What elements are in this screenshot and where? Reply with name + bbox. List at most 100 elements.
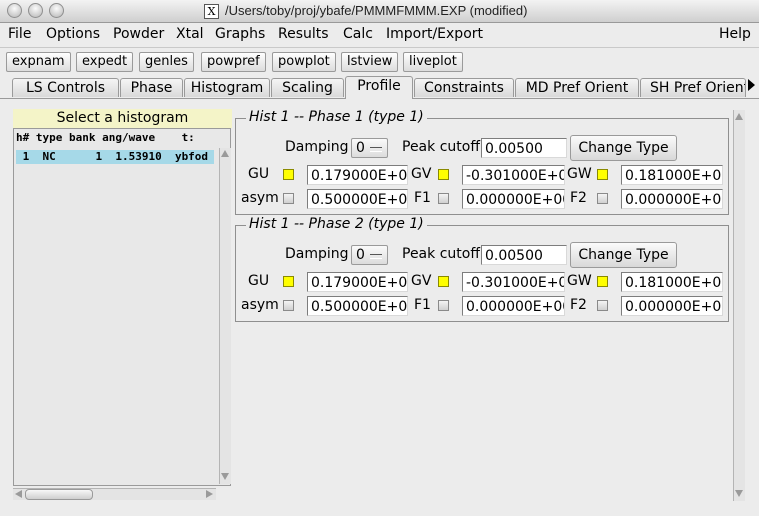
histogram-list: h# type bank ang/wave t: 1 NC 1 1.53910 …	[13, 128, 231, 486]
peak-cutoff-input[interactable]: 0.00500	[481, 245, 567, 265]
button-bar: expnam expedt genles powpref powplot lst…	[0, 48, 759, 76]
asym-input[interactable]: 0.500000E+01	[307, 189, 408, 209]
minimize-window-button[interactable]	[28, 3, 43, 18]
powpref-button[interactable]: powpref	[201, 52, 266, 72]
f1-refine-checkbox[interactable]	[438, 193, 449, 204]
asym-label: asym	[241, 190, 279, 206]
notebook-tabs: LS Controls Phase Histogram Scaling Prof…	[0, 76, 759, 99]
damping-menu[interactable]: 0	[351, 245, 388, 265]
gu-refine-checkbox[interactable]	[283, 169, 294, 180]
genles-button[interactable]: genles	[139, 52, 194, 72]
f2-input[interactable]: 0.000000E+00	[621, 296, 723, 316]
gw-input[interactable]: 0.181000E+03	[621, 272, 723, 292]
histogram-vertical-scrollbar[interactable]	[219, 148, 231, 484]
expnam-button[interactable]: expnam	[6, 52, 71, 72]
f2-refine-checkbox[interactable]	[597, 193, 608, 204]
gu-input[interactable]: 0.179000E+03	[307, 272, 408, 292]
profile-vertical-scrollbar[interactable]	[733, 110, 745, 501]
change-type-button[interactable]: Change Type	[570, 242, 677, 268]
histogram-list-title: Select a histogram	[13, 109, 232, 128]
scroll-left-icon[interactable]	[15, 490, 22, 498]
damping-value: 0	[356, 140, 365, 156]
peak-cutoff-label: Peak cutoff	[402, 139, 480, 155]
f2-label: F2	[570, 190, 587, 206]
histogram-list-header: h# type bank ang/wave t:	[16, 131, 195, 144]
x11-icon: X	[204, 4, 219, 19]
horizontal-scroll-thumb[interactable]	[25, 489, 93, 500]
f2-input[interactable]: 0.000000E+00	[621, 189, 723, 209]
f1-label: F1	[414, 297, 431, 313]
zoom-window-button[interactable]	[49, 3, 64, 18]
gv-input[interactable]: -0.301000E+03	[462, 272, 565, 292]
menu-indicator-icon	[370, 147, 382, 152]
tab-phase[interactable]: Phase	[120, 78, 183, 97]
menu-help[interactable]: Help	[719, 26, 751, 42]
liveplot-button[interactable]: liveplot	[403, 52, 463, 72]
tab-sh-pref-orient[interactable]: SH Pref Orient	[640, 78, 746, 97]
gw-refine-checkbox[interactable]	[597, 169, 608, 180]
menu-calc[interactable]: Calc	[343, 26, 373, 42]
powplot-button[interactable]: powplot	[272, 52, 336, 72]
menu-powder[interactable]: Powder	[113, 26, 164, 42]
f1-label: F1	[414, 190, 431, 206]
peak-cutoff-label: Peak cutoff	[402, 246, 480, 262]
menu-options[interactable]: Options	[46, 26, 100, 42]
f2-label: F2	[570, 297, 587, 313]
scroll-up-icon[interactable]	[735, 113, 743, 120]
gv-label: GV	[411, 273, 432, 289]
window-title: /Users/toby/proj/ybafe/PMMMFMMM.EXP (mod…	[225, 3, 528, 18]
tab-scroll-right-icon[interactable]	[748, 79, 755, 91]
menu-indicator-icon	[370, 254, 382, 259]
gu-refine-checkbox[interactable]	[283, 276, 294, 287]
menu-file[interactable]: File	[8, 26, 31, 42]
gu-input[interactable]: 0.179000E+03	[307, 165, 408, 185]
histogram-horizontal-scrollbar[interactable]	[13, 488, 216, 500]
menu-xtal[interactable]: Xtal	[176, 26, 204, 42]
menu-graphs[interactable]: Graphs	[215, 26, 265, 42]
damping-label: Damping	[285, 139, 349, 155]
damping-menu[interactable]: 0	[351, 138, 388, 158]
gv-label: GV	[411, 166, 432, 182]
gw-label: GW	[567, 166, 592, 182]
damping-label: Damping	[285, 246, 349, 262]
gu-label: GU	[248, 166, 270, 182]
f1-refine-checkbox[interactable]	[438, 300, 449, 311]
menu-results[interactable]: Results	[278, 26, 329, 42]
tab-histogram[interactable]: Histogram	[184, 78, 270, 97]
expedt-button[interactable]: expedt	[76, 52, 134, 72]
menu-bar: File Options Powder Xtal Graphs Results …	[0, 23, 759, 48]
asym-refine-checkbox[interactable]	[283, 193, 294, 204]
phase-2-title: Hist 1 -- Phase 2 (type 1)	[246, 216, 427, 232]
tab-profile[interactable]: Profile	[345, 76, 413, 99]
menu-import-export[interactable]: Import/Export	[386, 26, 483, 42]
histogram-row[interactable]: 1 NC 1 1.53910 ybfod	[16, 150, 214, 164]
f1-input[interactable]: 0.000000E+00	[462, 296, 565, 316]
tab-md-pref-orient[interactable]: MD Pref Orient	[515, 78, 639, 97]
tab-ls-controls[interactable]: LS Controls	[12, 78, 119, 97]
scroll-right-icon[interactable]	[206, 490, 213, 498]
title-bar: X /Users/toby/proj/ybafe/PMMMFMMM.EXP (m…	[0, 0, 759, 23]
gw-input[interactable]: 0.181000E+03	[621, 165, 723, 185]
f1-input[interactable]: 0.000000E+00	[462, 189, 565, 209]
gu-label: GU	[248, 273, 270, 289]
asym-label: asym	[241, 297, 279, 313]
change-type-button[interactable]: Change Type	[570, 135, 677, 161]
f2-refine-checkbox[interactable]	[597, 300, 608, 311]
gv-refine-checkbox[interactable]	[438, 276, 449, 287]
scroll-down-icon[interactable]	[735, 490, 743, 497]
gw-label: GW	[567, 273, 592, 289]
tab-constraints[interactable]: Constraints	[414, 78, 514, 97]
damping-value: 0	[356, 247, 365, 263]
gv-refine-checkbox[interactable]	[438, 169, 449, 180]
lstview-button[interactable]: lstview	[341, 52, 399, 72]
tab-scaling[interactable]: Scaling	[271, 78, 344, 97]
phase-1-title: Hist 1 -- Phase 1 (type 1)	[246, 109, 427, 125]
asym-refine-checkbox[interactable]	[283, 300, 294, 311]
gv-input[interactable]: -0.301000E+03	[462, 165, 565, 185]
scroll-up-icon[interactable]	[221, 150, 229, 157]
scroll-down-icon[interactable]	[221, 473, 229, 480]
asym-input[interactable]: 0.500000E+01	[307, 296, 408, 316]
close-window-button[interactable]	[7, 3, 22, 18]
gw-refine-checkbox[interactable]	[597, 276, 608, 287]
peak-cutoff-input[interactable]: 0.00500	[481, 138, 567, 158]
